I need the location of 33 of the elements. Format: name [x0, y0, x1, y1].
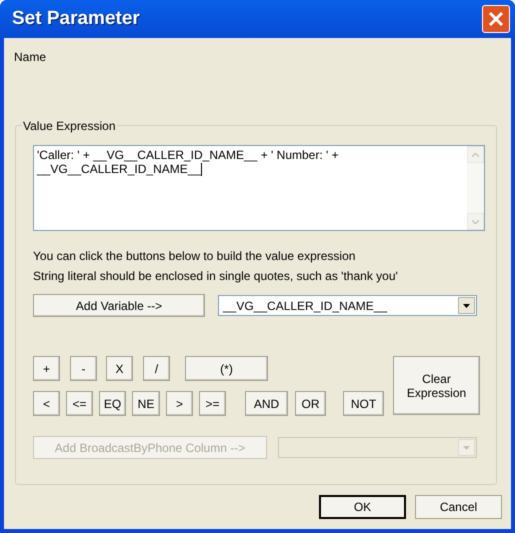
operator-button[interactable]: - [70, 356, 97, 381]
operator-button[interactable]: EQ [99, 391, 126, 416]
dialog-button[interactable]: OK [319, 495, 406, 519]
scroll-up-button[interactable] [467, 146, 484, 163]
variable-dropdown[interactable]: __VG__CALLER_ID_NAME__ [218, 295, 477, 316]
hint-text: You can click the buttons below to build the value expression [33, 249, 356, 263]
caret-icon [463, 446, 470, 450]
name-label: Name [14, 49, 48, 63]
window-title: Set Parameter [12, 6, 141, 31]
operator-button[interactable]: (*) [185, 356, 268, 381]
clear-expression-button[interactable]: Clear Expression [393, 356, 480, 415]
operator-button[interactable]: / [143, 356, 170, 381]
expression-field[interactable]: 'Caller: ' + __VG__CALLER_ID_NAME__ + ' Number: ' + __VG__CALLER_ID_NAME__ [33, 145, 485, 231]
caret-icon [463, 304, 470, 308]
operator-button[interactable]: X [106, 356, 133, 381]
scrollbar[interactable] [467, 146, 484, 230]
operator-button[interactable]: + [33, 356, 60, 381]
close-icon [488, 11, 504, 27]
hint-text: String literal should be enclosed in single quotes, such as 'thank you' [33, 269, 398, 283]
operator-button[interactable]: >= [199, 391, 226, 416]
operator-button[interactable]: OR [295, 391, 326, 416]
add-variable-button[interactable]: Add Variable --> [33, 294, 205, 317]
operator-button[interactable]: > [166, 391, 193, 416]
operator-button[interactable]: NE [132, 391, 160, 416]
close-button[interactable] [482, 5, 510, 33]
dropdown-button[interactable] [458, 297, 475, 314]
text-cursor [201, 163, 202, 176]
operator-button[interactable]: <= [66, 391, 93, 416]
scroll-down-button[interactable] [467, 213, 484, 230]
dialog-button[interactable]: Cancel [415, 495, 502, 519]
operator-button[interactable]: NOT [343, 391, 384, 416]
operator-button[interactable]: AND [245, 391, 288, 416]
operator-button[interactable]: < [33, 391, 60, 416]
